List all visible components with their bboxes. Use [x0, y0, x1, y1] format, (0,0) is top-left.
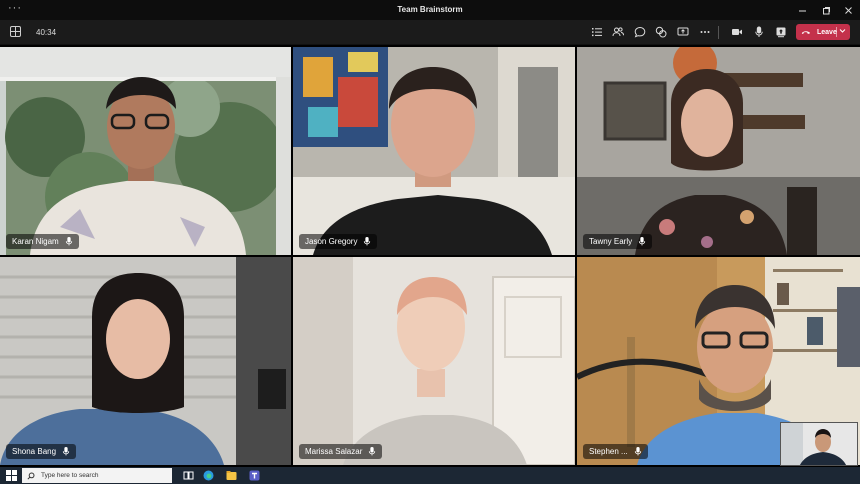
- microphone-icon: [364, 237, 371, 246]
- meeting-toolbar: 40:34 Leave: [0, 20, 860, 45]
- participants-list-icon[interactable]: [589, 24, 605, 40]
- participant-name-tag: Marissa Salazar: [299, 444, 383, 459]
- meeting-timer: 40:34: [36, 28, 57, 37]
- window-title-bar: ··· Team Brainstorm: [0, 0, 860, 20]
- window-title: Team Brainstorm: [397, 5, 463, 14]
- windows-start-icon[interactable]: [6, 470, 17, 481]
- video-tile-karan-nigam[interactable]: Karan Nigam: [0, 47, 291, 255]
- video-tile-tawny-early[interactable]: Tawny Early: [577, 47, 860, 255]
- search-placeholder: Type here to search: [41, 472, 99, 479]
- file-explorer-icon[interactable]: [226, 470, 237, 481]
- participant-name-tag: Tawny Early: [583, 234, 653, 249]
- share-tray-icon[interactable]: [773, 24, 789, 40]
- microphone-icon: [634, 447, 641, 456]
- participant-name: Marissa Salazar: [305, 447, 363, 456]
- microphone-icon: [62, 447, 70, 456]
- close-window-icon[interactable]: [840, 2, 856, 18]
- microphone-icon: [638, 237, 646, 246]
- participant-name: Shona Bang: [12, 447, 57, 456]
- microphone-icon: [369, 447, 376, 456]
- windows-taskbar: Type here to search: [0, 467, 860, 484]
- layout-grid-icon[interactable]: [10, 26, 21, 37]
- minimize-icon[interactable]: [794, 2, 810, 18]
- video-tile-shona-bang[interactable]: Shona Bang: [0, 257, 291, 465]
- video-tile-marissa-salazar[interactable]: Marissa Salazar: [293, 257, 575, 465]
- participant-name-tag: Shona Bang: [6, 444, 77, 459]
- reactions-icon[interactable]: [653, 24, 669, 40]
- toolbar-separator: [718, 26, 719, 39]
- leave-button[interactable]: Leave: [796, 24, 850, 40]
- more-actions-icon[interactable]: [697, 24, 713, 40]
- participant-name: Karan Nigam: [12, 237, 59, 246]
- microphone-icon[interactable]: [751, 24, 767, 40]
- self-view-preview[interactable]: [780, 422, 858, 466]
- participant-video: [0, 257, 291, 465]
- maximize-icon[interactable]: [818, 2, 834, 18]
- participant-video: [0, 47, 291, 255]
- taskbar-search-box[interactable]: Type here to search: [22, 468, 172, 483]
- participant-name-tag: Jason Gregory: [299, 234, 378, 249]
- people-icon[interactable]: [610, 24, 626, 40]
- task-view-icon[interactable]: [183, 470, 194, 481]
- share-screen-icon[interactable]: [675, 24, 691, 40]
- phone-hangup-icon: [801, 31, 810, 34]
- participant-video: [293, 257, 575, 465]
- leave-label: Leave: [817, 28, 837, 36]
- chat-icon[interactable]: [632, 24, 648, 40]
- participant-name: Jason Gregory: [305, 237, 358, 246]
- participant-name: Tawny Early: [589, 237, 633, 246]
- participant-video: [293, 47, 575, 255]
- participant-video: [577, 47, 860, 255]
- participant-name: Stephen ...: [589, 447, 628, 456]
- chevron-down-icon[interactable]: [839, 27, 846, 34]
- teams-app-icon[interactable]: [249, 470, 260, 481]
- camera-icon[interactable]: [729, 24, 745, 40]
- microphone-icon: [65, 237, 72, 246]
- leave-divider: [836, 27, 837, 37]
- edge-browser-icon[interactable]: [203, 470, 214, 481]
- video-tile-jason-gregory[interactable]: Jason Gregory: [293, 47, 575, 255]
- participant-name-tag: Karan Nigam: [6, 234, 79, 249]
- search-icon: [27, 472, 35, 480]
- participant-name-tag: Stephen ...: [583, 444, 648, 459]
- self-video: [781, 423, 857, 465]
